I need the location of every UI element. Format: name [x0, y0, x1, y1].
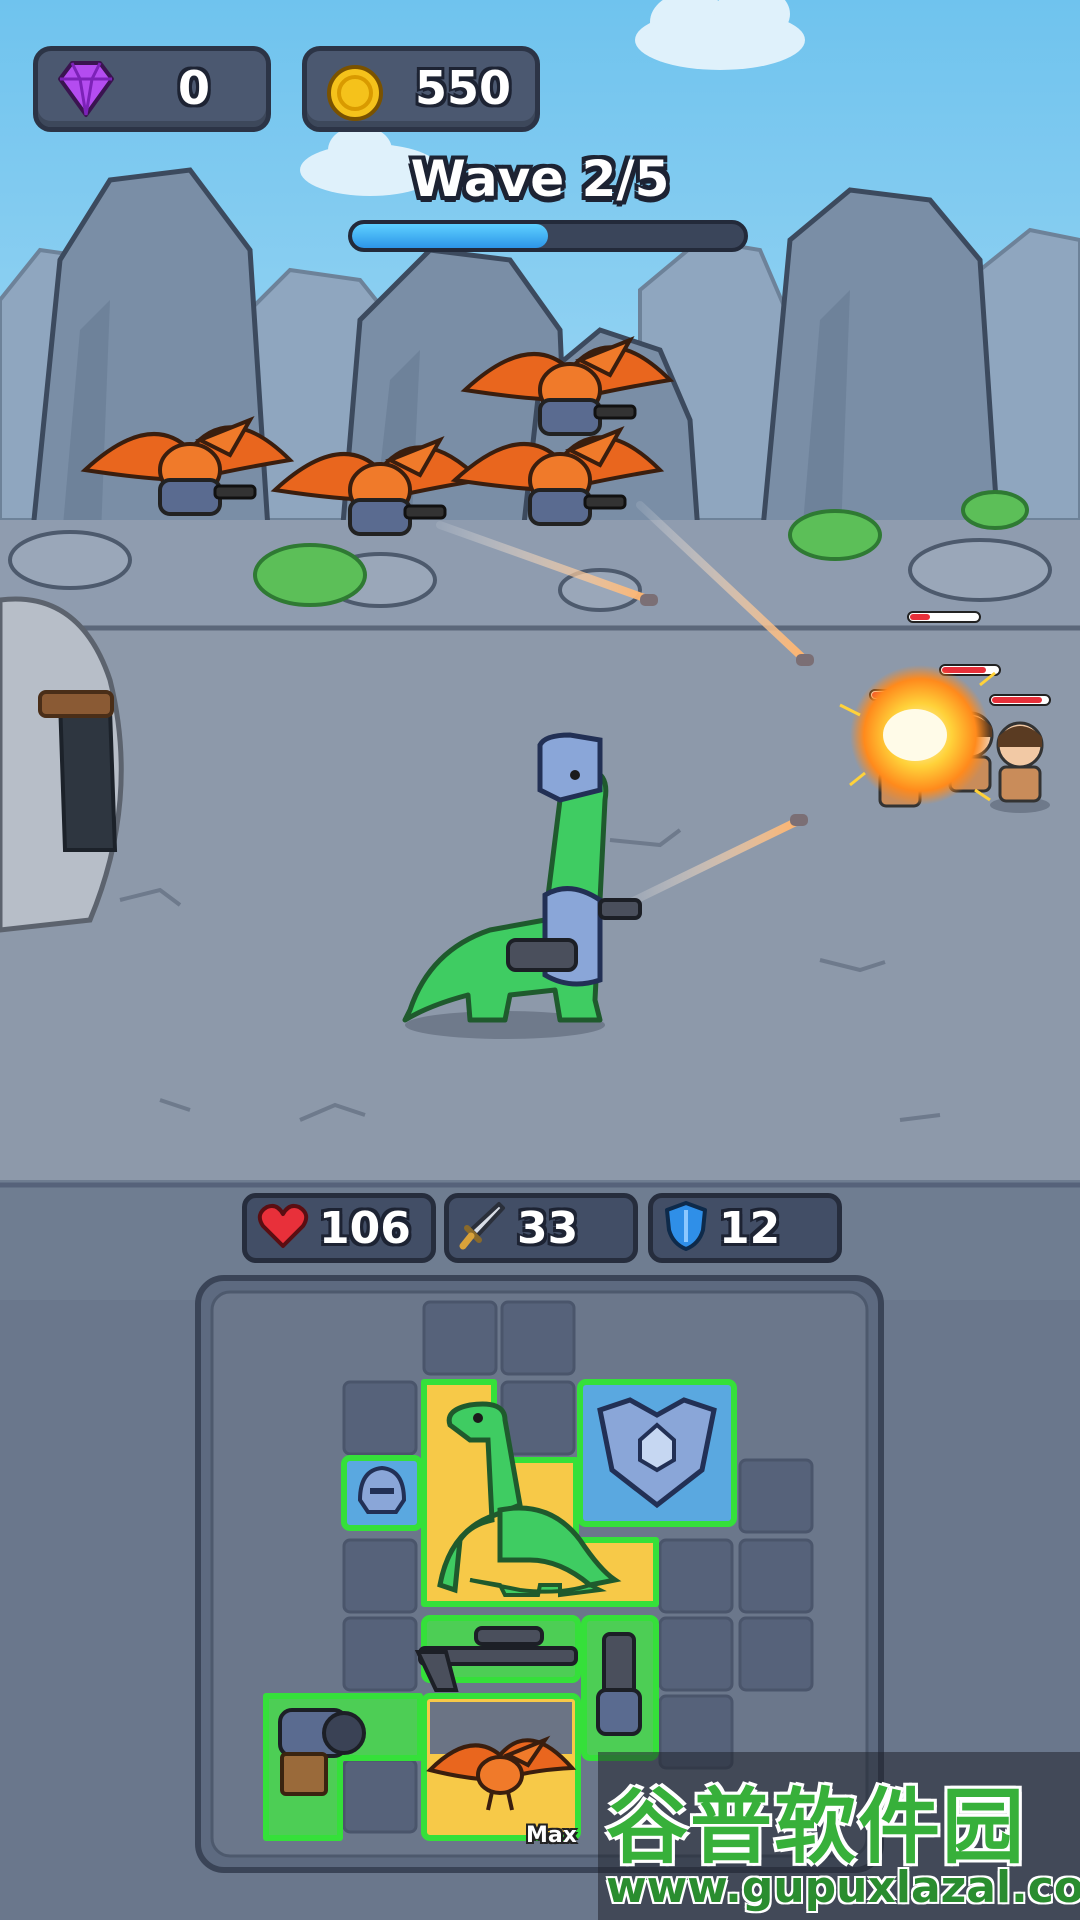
- gem-count: 0: [178, 61, 211, 115]
- inventory-slot[interactable]: [342, 1538, 418, 1614]
- watermark-url: www.gupuxlazal.com: [606, 1862, 1080, 1913]
- inventory-slot[interactable]: [658, 1538, 734, 1614]
- wave-progress-fill: [352, 224, 548, 248]
- sniper-rifle-item[interactable]: [414, 1615, 581, 1692]
- helmet-item[interactable]: [341, 1455, 423, 1531]
- health-value: 106: [319, 1202, 411, 1254]
- defense-value: 12: [719, 1202, 781, 1254]
- inventory-slot[interactable]: [738, 1616, 814, 1692]
- chest-armor-item[interactable]: [577, 1379, 737, 1527]
- health-stat: 106: [242, 1193, 436, 1263]
- shield-icon: [663, 1200, 709, 1256]
- pterodactyl-item[interactable]: [421, 1693, 581, 1841]
- attack-stat: 33: [444, 1193, 638, 1263]
- game-scene: [0, 0, 1080, 1920]
- inventory-slot[interactable]: [342, 1380, 418, 1456]
- inventory-slot[interactable]: [342, 1616, 418, 1692]
- inventory-slot[interactable]: [500, 1380, 576, 1456]
- coin-counter: 550: [302, 46, 540, 132]
- defense-stat: 12: [648, 1193, 842, 1263]
- inventory-slot[interactable]: [342, 1758, 418, 1834]
- inventory-slot[interactable]: [500, 1300, 576, 1376]
- wave-progress-bar: [348, 220, 748, 252]
- heart-icon: [257, 1202, 309, 1254]
- inventory-slot[interactable]: [422, 1300, 498, 1376]
- inventory-slot[interactable]: [658, 1616, 734, 1692]
- inventory-slot[interactable]: [738, 1458, 814, 1534]
- gem-icon: [54, 59, 118, 123]
- max-level-label: Max: [526, 1823, 577, 1848]
- attack-value: 33: [517, 1202, 579, 1254]
- minigun-item[interactable]: [581, 1615, 659, 1761]
- coin-count: 550: [415, 61, 512, 115]
- inventory-slot[interactable]: [738, 1538, 814, 1614]
- wave-label: Wave 2/5: [410, 150, 670, 208]
- gem-counter: 0: [33, 46, 271, 132]
- sword-icon: [459, 1200, 507, 1256]
- coin-icon: [325, 63, 385, 127]
